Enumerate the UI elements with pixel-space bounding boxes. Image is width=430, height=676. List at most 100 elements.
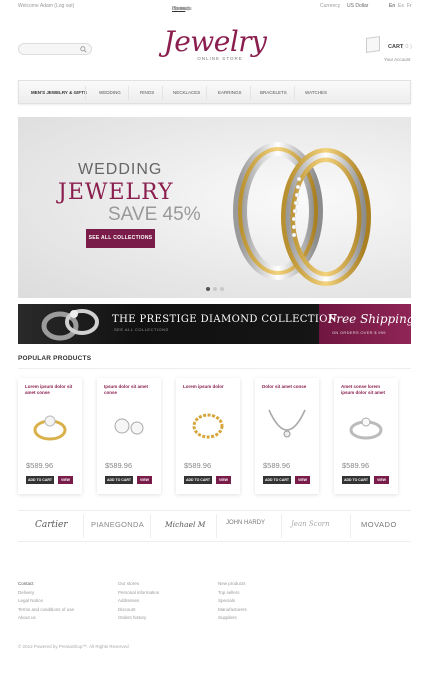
footer-link[interactable]: Delivery	[18, 589, 74, 598]
product-card[interactable]: Ipsum dolor sit amet conse $589.96 ADD T…	[97, 378, 161, 494]
brand-divider	[150, 514, 151, 538]
footer-link[interactable]: Addresses	[118, 597, 159, 606]
menu-divider	[128, 86, 129, 100]
welcome-text: Welcome Adam (Log out)	[18, 3, 75, 9]
main-menu: MEN'S JEWELRY & GIFTS WEDDING RINGS NECK…	[18, 80, 411, 104]
slide-heading-2: JEWELRY	[58, 180, 174, 205]
divider	[18, 541, 411, 542]
footer-link[interactable]: Orders history	[118, 614, 159, 623]
brand-jean-scorn[interactable]: Jean Scorn	[291, 520, 330, 528]
account-link[interactable]: Your Account	[384, 57, 410, 62]
add-to-cart-button[interactable]: ADD TO CART	[105, 476, 133, 484]
menu-item-rings[interactable]: RINGS	[140, 90, 154, 95]
footer-link[interactable]: Discount	[118, 606, 159, 615]
footer-link[interactable]: Manufacturers	[218, 606, 247, 615]
footer-link[interactable]: Contact	[18, 580, 74, 589]
diamond-banner-title: THE PRESTIGE DIAMOND COLLECTION	[112, 314, 337, 325]
top-nav-contacts[interactable]: Contacts	[172, 6, 192, 13]
product-name[interactable]: Ipsum dolor sit amet conse	[104, 384, 156, 396]
footer-link[interactable]: Personal information	[118, 589, 159, 598]
slider-dot-1[interactable]	[206, 287, 210, 291]
cart-count: ( 0 )	[402, 44, 412, 50]
currency-label: Currency	[320, 3, 341, 9]
footer-link[interactable]: About us	[18, 614, 74, 623]
footer-column-2: Our stores Personal information Addresse…	[118, 580, 159, 623]
footer-link[interactable]: Our stores	[118, 580, 159, 589]
lang-es[interactable]: Es	[398, 3, 404, 10]
footer-link[interactable]: Specials	[218, 597, 247, 606]
shipping-title: Free Shipping	[328, 312, 415, 326]
engagement-ring-icon[interactable]	[344, 406, 388, 444]
menu-item-watches[interactable]: WATCHES	[305, 90, 327, 95]
see-all-collections-button[interactable]: SEE ALL COLLECTIONS	[86, 229, 155, 248]
product-name[interactable]: Lorem ipsum dolor	[183, 384, 235, 390]
brand-divider	[350, 514, 351, 538]
slider-dot-3[interactable]	[220, 287, 224, 291]
view-button[interactable]: VIEW	[137, 476, 152, 484]
product-card[interactable]: Lorem ipsum dolor $589.96 ADD TO CART VI…	[176, 378, 240, 494]
add-to-cart-button[interactable]: ADD TO CART	[184, 476, 212, 484]
brand-divider	[216, 514, 217, 538]
search-icon[interactable]	[80, 46, 87, 53]
menu-item-wedding[interactable]: WEDDING	[99, 90, 121, 95]
product-card[interactable]: Lorem ipsum dolor sit amet conse $589.96…	[18, 378, 82, 494]
shipping-subtitle: ON ORDERS OVER $ 999	[332, 330, 386, 335]
menu-divider	[162, 86, 163, 100]
diamond-banner-subtitle[interactable]: SEE ALL COLLECTIONS	[114, 327, 169, 332]
logo-subtitle: ONLINE STORE	[197, 56, 243, 61]
menu-item-necklaces[interactable]: NECKLACES	[173, 90, 200, 95]
silver-necklace-icon[interactable]	[265, 406, 309, 444]
view-button[interactable]: VIEW	[295, 476, 310, 484]
divider	[18, 510, 411, 511]
wedding-rings-image	[233, 142, 371, 286]
product-card[interactable]: Dolor sit amet conse $589.96 ADD TO CART…	[255, 378, 319, 494]
footer-link[interactable]: New products	[218, 580, 247, 589]
shopping-bag-icon[interactable]	[366, 36, 380, 53]
brand-john-hardy[interactable]: JOHN HARDY	[226, 520, 265, 526]
gold-bracelet-icon[interactable]	[186, 406, 230, 444]
stud-earrings-icon[interactable]	[107, 406, 151, 444]
hero-slider[interactable]	[18, 117, 411, 298]
product-price: $589.96	[26, 461, 54, 470]
product-name[interactable]: Dolor sit amet conse	[262, 384, 314, 390]
divider	[18, 368, 411, 369]
brand-pianegonda[interactable]: PIANEGONDA	[91, 520, 144, 529]
brand-divider	[83, 514, 84, 538]
cart-label[interactable]: CART	[388, 44, 403, 50]
currency-select[interactable]: US Dollar	[347, 3, 368, 10]
footer-link[interactable]: Terms and conditions of use	[18, 606, 74, 615]
popular-products-heading: POPULAR PRODUCTS	[18, 355, 92, 362]
menu-item-bracelets[interactable]: BRACELETS	[260, 90, 287, 95]
add-to-cart-button[interactable]: ADD TO CART	[263, 476, 291, 484]
logo-title[interactable]: Jewelry	[150, 26, 280, 58]
product-price: $589.96	[342, 461, 370, 470]
search-input[interactable]	[18, 43, 92, 55]
menu-divider	[250, 86, 251, 100]
brand-movado[interactable]: MOVADO	[361, 520, 397, 529]
brand-divider	[281, 514, 282, 538]
diamond-ring-icon[interactable]	[28, 406, 72, 444]
product-name[interactable]: Amet conse lorem ipsum dolor sit amet	[341, 384, 393, 396]
brand-michael-m[interactable]: Michael M	[165, 520, 205, 529]
product-card[interactable]: Amet conse lorem ipsum dolor sit amet $5…	[334, 378, 398, 494]
slide-discount: SAVE 45%	[108, 204, 201, 225]
product-name[interactable]: Lorem ipsum dolor sit amet conse	[25, 384, 77, 396]
lang-en[interactable]: En	[389, 3, 395, 10]
footer-column-3: New products Top sellers Specials Manufa…	[218, 580, 247, 623]
menu-item-mens-jewelry[interactable]: MEN'S JEWELRY & GIFTS	[31, 90, 87, 95]
add-to-cart-button[interactable]: ADD TO CART	[26, 476, 54, 484]
brand-cartier[interactable]: Cartier	[35, 520, 68, 530]
diamond-rings-image	[41, 309, 99, 341]
slide-heading-1: WEDDING	[78, 161, 163, 178]
view-button[interactable]: VIEW	[216, 476, 231, 484]
add-to-cart-button[interactable]: ADD TO CART	[342, 476, 370, 484]
slider-dot-2[interactable]	[213, 287, 217, 291]
menu-divider	[206, 86, 207, 100]
menu-item-earrings[interactable]: EARRINGS	[218, 90, 242, 95]
footer-link[interactable]: Legal Notice	[18, 597, 74, 606]
lang-fr[interactable]: Fr	[407, 3, 412, 10]
footer-link[interactable]: Top sellers	[218, 589, 247, 598]
view-button[interactable]: VIEW	[58, 476, 73, 484]
view-button[interactable]: VIEW	[374, 476, 389, 484]
footer-link[interactable]: Suppliers	[218, 614, 247, 623]
